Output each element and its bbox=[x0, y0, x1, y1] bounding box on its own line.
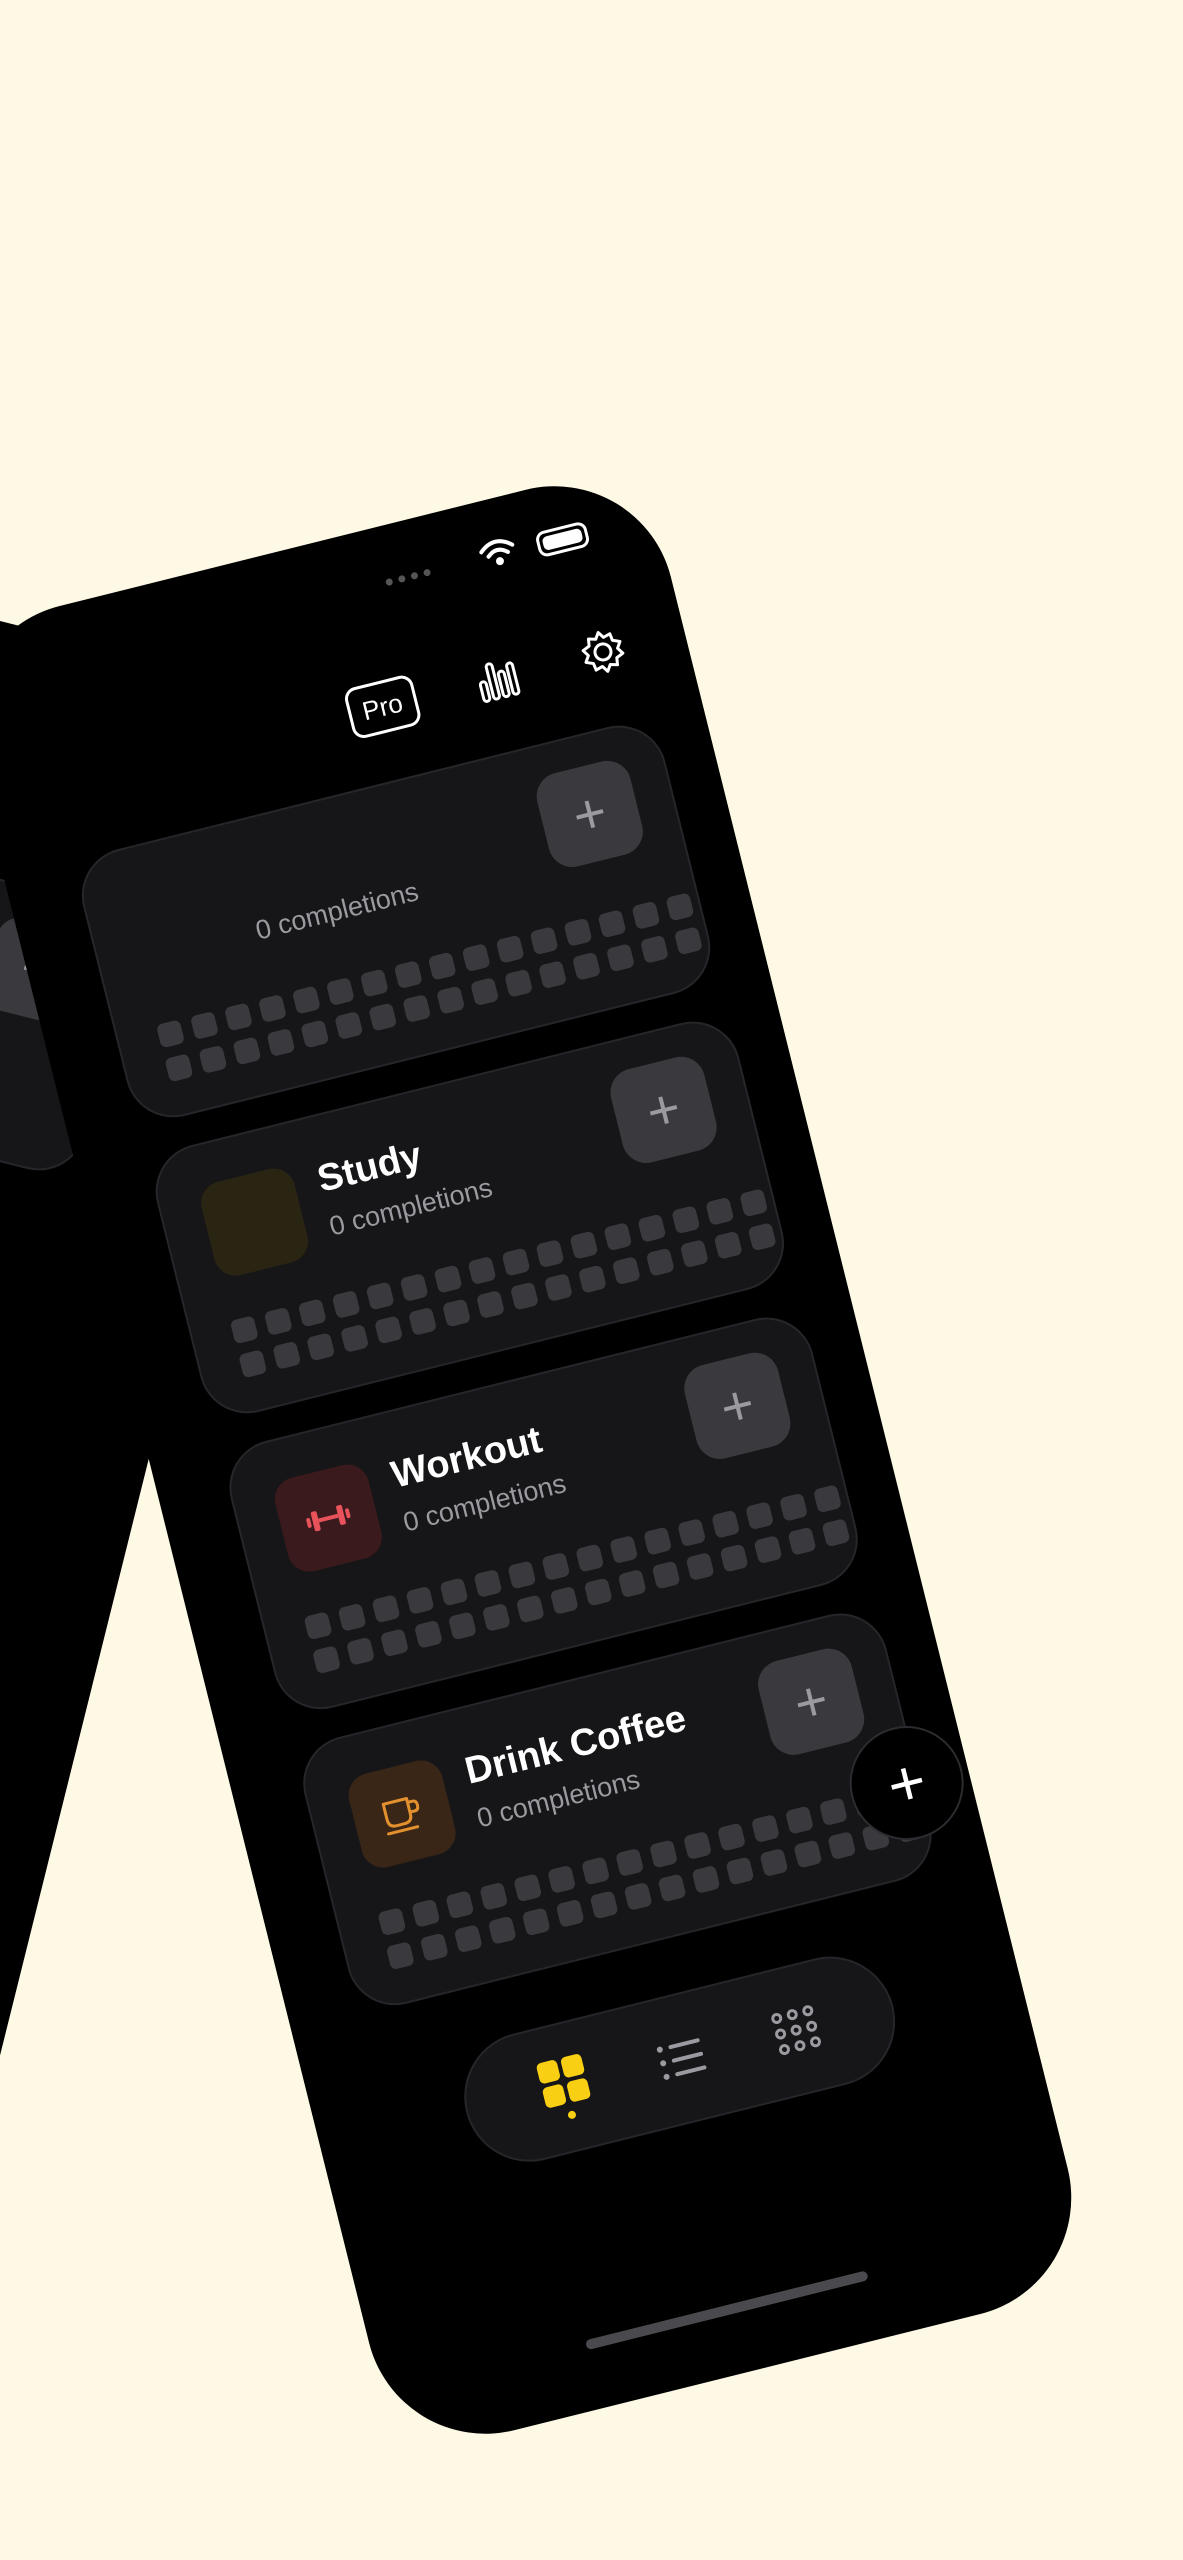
selected-indicator bbox=[567, 2109, 578, 2120]
coffee-cup-icon bbox=[343, 1755, 461, 1873]
phone-frame: Pro 0 completions + Study 0 completions … bbox=[0, 460, 1097, 2460]
add-completion-button[interactable]: + bbox=[605, 1051, 722, 1169]
status-bar bbox=[382, 517, 592, 599]
tab-list[interactable] bbox=[653, 2033, 709, 2083]
list-icon bbox=[656, 2038, 707, 2080]
add-completion-button[interactable]: + bbox=[679, 1347, 796, 1464]
grid-icon bbox=[537, 2054, 591, 2108]
pro-button[interactable]: Pro bbox=[342, 673, 423, 741]
bar-chart-icon[interactable] bbox=[469, 649, 527, 707]
cellular-icon bbox=[384, 568, 432, 587]
add-completion-button[interactable]: + bbox=[752, 1643, 870, 1760]
habit-badge bbox=[196, 1163, 313, 1281]
wifi-icon bbox=[477, 534, 520, 575]
tab-grid[interactable] bbox=[534, 2051, 598, 2125]
home-indicator bbox=[584, 2270, 869, 2351]
dumbbell-icon bbox=[270, 1459, 387, 1577]
top-bar: Pro bbox=[342, 621, 633, 741]
add-completion-button[interactable]: + bbox=[531, 755, 648, 873]
dots-grid-icon bbox=[770, 2005, 821, 2056]
completion-grid bbox=[377, 1780, 925, 1971]
tab-dots[interactable] bbox=[768, 2002, 824, 2058]
tab-bar bbox=[450, 1942, 909, 2176]
gear-icon[interactable] bbox=[574, 623, 632, 681]
habit-subtitle: 0 completions bbox=[252, 876, 422, 946]
battery-icon bbox=[534, 519, 591, 558]
